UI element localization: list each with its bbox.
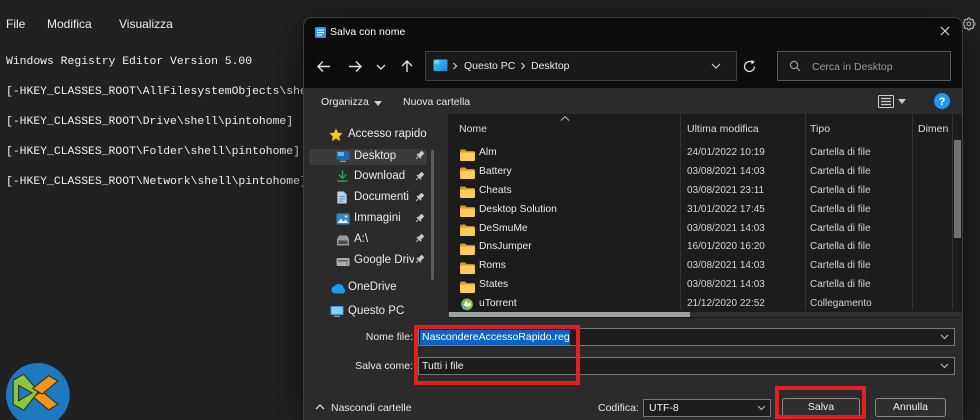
svg-text:?: ? — [939, 96, 946, 108]
